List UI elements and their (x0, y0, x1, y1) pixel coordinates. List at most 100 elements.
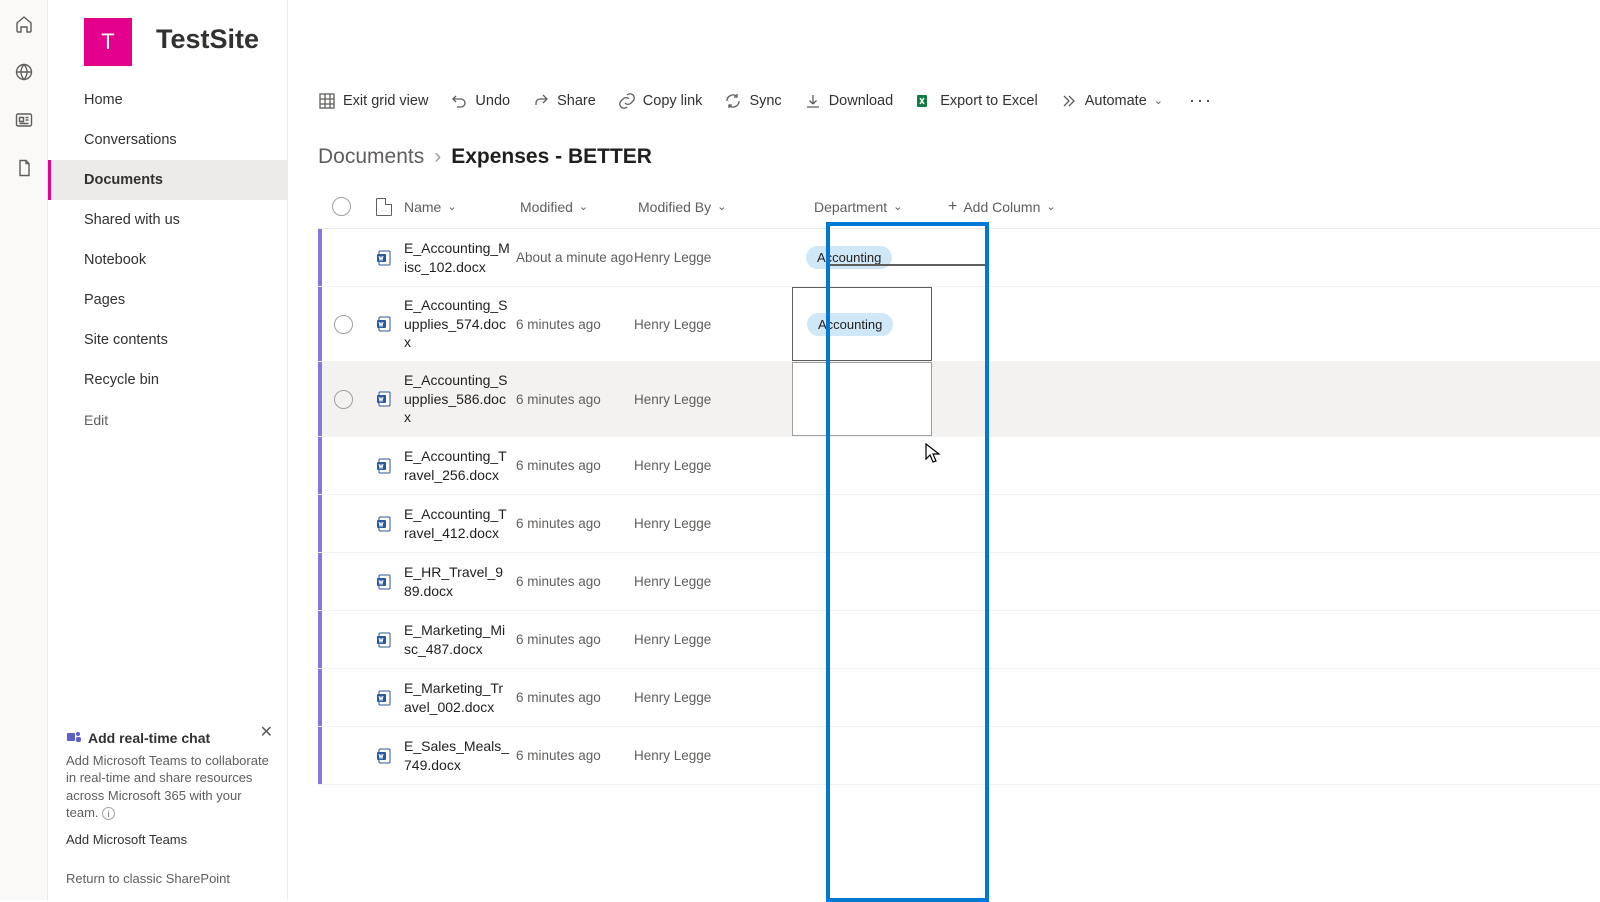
department-label: Department (814, 199, 887, 215)
file-name[interactable]: E_HR_Travel_989.docx (404, 563, 516, 601)
sidebar-nav: HomeConversationsDocumentsShared with us… (48, 80, 287, 900)
word-file-icon (375, 573, 393, 591)
document-icon (376, 198, 392, 216)
automate-label: Automate (1085, 93, 1147, 109)
table-row[interactable]: E_Sales_Meals_749.docx6 minutes agoHenry… (318, 727, 1600, 785)
news-icon[interactable] (14, 110, 34, 130)
select-all[interactable] (318, 197, 364, 216)
grid-icon (318, 92, 336, 110)
modified-column-header[interactable]: Modified ⌄ (520, 199, 638, 215)
plus-icon: + (948, 198, 957, 216)
word-file-icon (375, 689, 393, 707)
more-actions-button[interactable]: ··· (1185, 90, 1217, 111)
table-row[interactable]: E_Marketing_Misc_487.docx6 minutes agoHe… (318, 611, 1600, 669)
left-column: T HomeConversationsDocumentsShared with … (48, 0, 288, 900)
site-title[interactable]: TestSite (156, 24, 259, 55)
chevron-down-icon: ⌄ (1046, 200, 1055, 213)
word-file-icon (375, 390, 393, 408)
sidebar-edit[interactable]: Edit (48, 400, 287, 440)
table-row[interactable]: E_Accounting_Supplies_586.docx6 minutes … (318, 362, 1600, 437)
automate-button[interactable]: Automate ⌄ (1060, 92, 1163, 110)
teams-chat-promo: ✕ Add real-time chat Add Microsoft Teams… (60, 720, 275, 853)
share-icon (532, 92, 550, 110)
modified-label: Modified (520, 199, 573, 215)
add-column-button[interactable]: + Add Column ⌄ (948, 198, 1088, 216)
word-file-icon (375, 631, 393, 649)
modified-date: 6 minutes ago (516, 458, 634, 473)
department-tag: Accounting (807, 313, 893, 336)
file-name[interactable]: E_Accounting_Travel_412.docx (404, 505, 516, 543)
download-button[interactable]: Download (804, 92, 894, 110)
info-icon[interactable]: i (102, 807, 115, 820)
modified-by: Henry Legge (634, 516, 792, 531)
type-column-header[interactable] (364, 198, 404, 216)
table-row[interactable]: E_Accounting_Travel_256.docx6 minutes ag… (318, 437, 1600, 495)
file-name[interactable]: E_Accounting_Supplies_586.docx (404, 371, 516, 428)
table-header: Name⌄ Modified⌄ Modified By⌄ Department⌄… (318, 185, 1600, 229)
teams-icon (66, 730, 82, 746)
chevron-down-icon: ⌄ (579, 200, 588, 213)
sidebar-item-site-contents[interactable]: Site contents (48, 320, 287, 360)
file-name[interactable]: E_Sales_Meals_749.docx (404, 737, 516, 775)
globe-icon[interactable] (14, 62, 34, 82)
sidebar-item-pages[interactable]: Pages (48, 280, 287, 320)
add-column-label: Add Column (963, 199, 1040, 215)
modified-by-column-header[interactable]: Modified By⌄ (638, 199, 796, 215)
promo-title: Add real-time chat (88, 730, 210, 746)
modified-date: 6 minutes ago (516, 632, 634, 647)
app-rail (0, 0, 48, 900)
breadcrumb-root[interactable]: Documents (318, 145, 424, 169)
sidebar-item-home[interactable]: Home (48, 80, 287, 120)
file-name[interactable]: E_Accounting_Supplies_574.docx (404, 296, 516, 353)
file-type-icon (364, 631, 404, 649)
file-name[interactable]: E_Accounting_Travel_256.docx (404, 447, 516, 485)
file-name[interactable]: E_Marketing_Misc_487.docx (404, 621, 516, 659)
sync-button[interactable]: Sync (724, 92, 781, 110)
table-row[interactable]: E_HR_Travel_989.docx6 minutes agoHenry L… (318, 553, 1600, 611)
home-icon[interactable] (14, 14, 34, 34)
download-label: Download (829, 93, 894, 109)
table-row[interactable]: E_Accounting_Supplies_574.docx6 minutes … (318, 287, 1600, 362)
breadcrumb-current: Expenses - BETTER (451, 145, 652, 169)
add-teams-link[interactable]: Add Microsoft Teams (66, 832, 187, 847)
department-column-header[interactable]: Department ⌄ (796, 199, 948, 215)
modified-by-label: Modified By (638, 199, 711, 215)
table-row[interactable]: E_Accounting_Travel_412.docx6 minutes ag… (318, 495, 1600, 553)
main-area: TestSite Exit grid view Undo Share Copy … (288, 0, 1600, 900)
site-logo-tile[interactable]: T (84, 18, 132, 66)
file-type-icon (364, 515, 404, 533)
undo-button[interactable]: Undo (450, 92, 510, 110)
row-select[interactable] (322, 315, 364, 334)
modified-by: Henry Legge (634, 392, 792, 407)
copy-link-button[interactable]: Copy link (618, 92, 703, 110)
table-row[interactable]: E_Accounting_Misc_102.docxAbout a minute… (318, 229, 1600, 287)
modified-by: Henry Legge (634, 632, 792, 647)
row-select[interactable] (322, 390, 364, 409)
chevron-down-icon: ⌄ (893, 200, 902, 213)
file-name[interactable]: E_Accounting_Misc_102.docx (404, 239, 516, 277)
exit-grid-view-button[interactable]: Exit grid view (318, 92, 428, 110)
sidebar-item-recycle-bin[interactable]: Recycle bin (48, 360, 287, 400)
sidebar-item-notebook[interactable]: Notebook (48, 240, 287, 280)
excel-icon (915, 92, 933, 110)
file-name[interactable]: E_Marketing_Travel_002.docx (404, 679, 516, 717)
close-icon[interactable]: ✕ (260, 722, 273, 742)
department-cell-editing[interactable] (792, 362, 932, 436)
department-cell-editing[interactable]: Accounting (792, 287, 932, 361)
share-button[interactable]: Share (532, 92, 596, 110)
exit-grid-label: Exit grid view (343, 93, 428, 109)
sidebar-item-documents[interactable]: Documents (48, 160, 287, 200)
files-icon[interactable] (14, 158, 34, 178)
sidebar-item-shared-with-us[interactable]: Shared with us (48, 200, 287, 240)
copy-link-label: Copy link (643, 93, 703, 109)
modified-date: 6 minutes ago (516, 317, 634, 332)
export-excel-button[interactable]: Export to Excel (915, 92, 1038, 110)
modified-date: 6 minutes ago (516, 392, 634, 407)
name-column-header[interactable]: Name⌄ (404, 199, 520, 215)
classic-sharepoint-link[interactable]: Return to classic SharePoint (48, 861, 287, 900)
table-row[interactable]: E_Marketing_Travel_002.docx6 minutes ago… (318, 669, 1600, 727)
sidebar-item-conversations[interactable]: Conversations (48, 120, 287, 160)
name-label: Name (404, 199, 441, 215)
sync-icon (724, 92, 742, 110)
command-bar: Exit grid view Undo Share Copy link Sync… (288, 80, 1600, 121)
